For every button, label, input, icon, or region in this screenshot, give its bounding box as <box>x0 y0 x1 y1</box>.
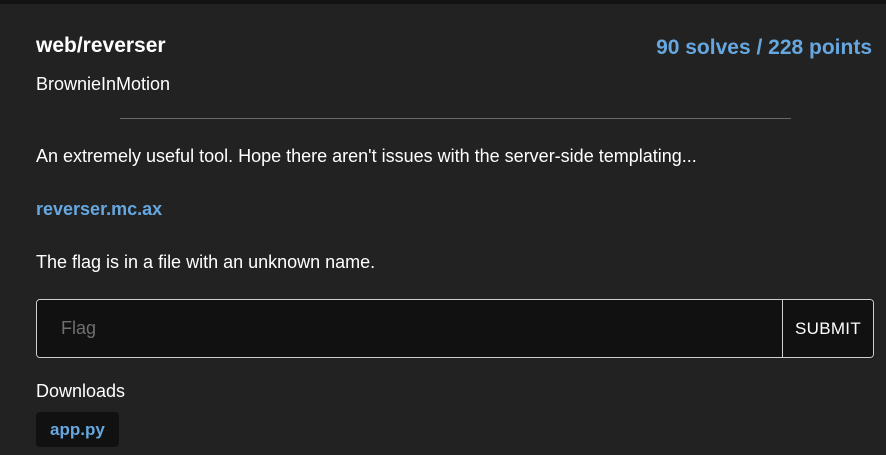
downloads-label: Downloads <box>36 381 126 401</box>
challenge-link[interactable]: reverser.mc.ax <box>36 199 162 220</box>
solves-points: 90 solves / 228 points <box>656 36 872 59</box>
challenge-card: web/reverser 90 solves / 228 points Brow… <box>0 4 886 455</box>
challenge-description: An extremely useful tool. Hope there are… <box>36 146 697 166</box>
flag-form: SUBMIT <box>36 299 874 358</box>
flag-input[interactable] <box>37 300 782 357</box>
divider <box>120 118 791 119</box>
download-file-app-py[interactable]: app.py <box>36 412 119 447</box>
challenge-title: web/reverser <box>36 34 166 57</box>
challenge-author: BrownieInMotion <box>36 74 171 94</box>
challenge-hint: The flag is in a file with an unknown na… <box>36 252 376 272</box>
submit-button[interactable]: SUBMIT <box>782 300 873 357</box>
